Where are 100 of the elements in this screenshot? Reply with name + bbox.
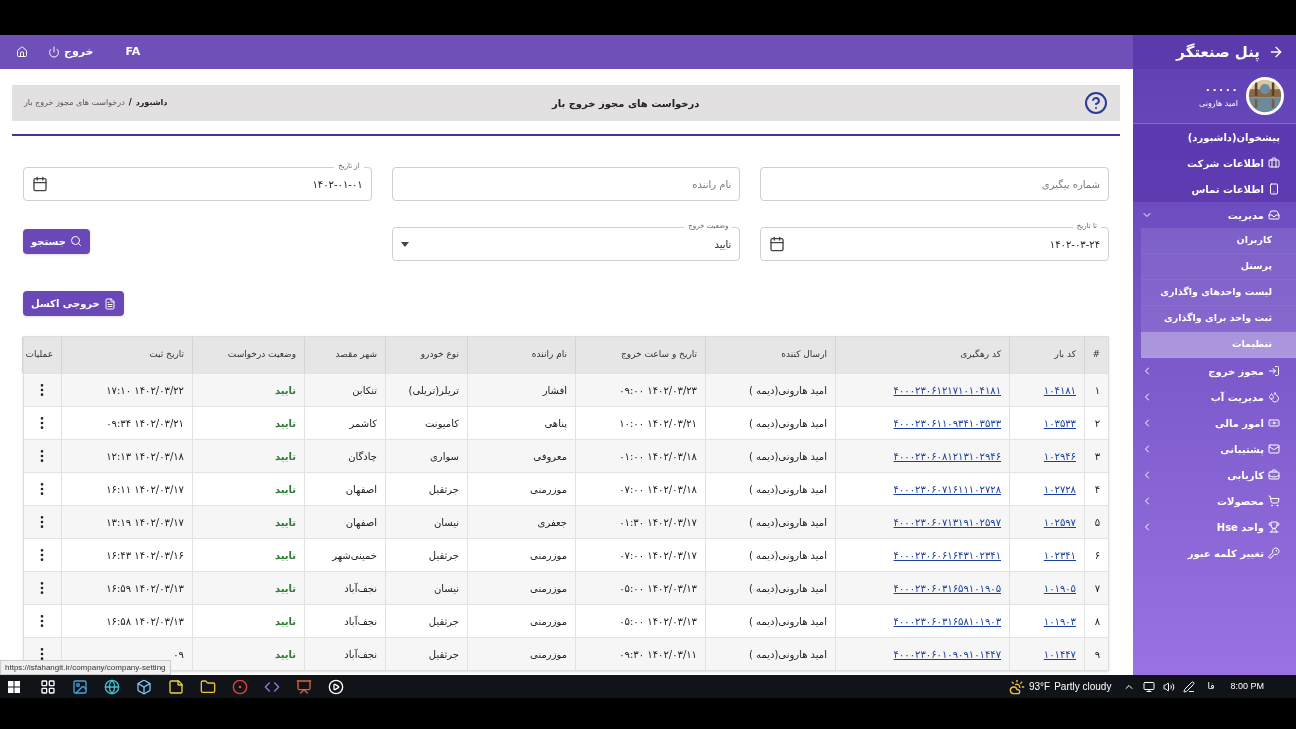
table-link[interactable]: ۱۰۴۱۸۱ (1043, 382, 1076, 398)
table-cell-text: چادگان (348, 449, 377, 464)
sidebar-item[interactable]: اطلاعات شرکت (1133, 150, 1296, 176)
table-link[interactable]: ۱۰۱۹۰۵ (1043, 580, 1076, 596)
cart-icon (1268, 495, 1280, 507)
input-language[interactable]: فا (1207, 679, 1215, 694)
power-icon (48, 46, 60, 58)
page-title: درخواست های مجوز خروج بار (550, 96, 701, 111)
sidebar-item[interactable]: امور مالی (1133, 410, 1296, 436)
table-cell-text: ۵ (1094, 515, 1100, 530)
sidebar-item[interactable]: کاریابی (1133, 462, 1296, 488)
table-cell-text: خمینی‌شهر (332, 548, 377, 563)
breadcrumb-separator: / (128, 97, 132, 109)
sidebar-item[interactable]: اطلاعات تماس (1133, 176, 1296, 202)
sidebar-item[interactable]: مجوز خروج (1133, 358, 1296, 384)
table-cell-text: امید هارونی(دیمه ) (748, 515, 827, 530)
folder-icon[interactable] (200, 678, 216, 695)
cube-icon[interactable] (136, 678, 152, 695)
table-link[interactable]: ۴۰۰۰۲۳۰۶۰۳۱۶۵۹۱۰۱۹۰۵ (893, 580, 1001, 596)
table-link[interactable]: ۴۰۰۰۲۳۰۶۰۷۱۶۱۱۱۰۲۷۲۸ (893, 481, 1001, 497)
envelope-icon (1268, 443, 1280, 455)
help-icon[interactable] (1084, 91, 1108, 115)
panel-title: پنل صنعتگر (1176, 41, 1260, 64)
table-link[interactable]: ۱۰۱۴۴۷ (1043, 646, 1076, 662)
key-icon (1268, 547, 1280, 559)
status-text: تایید (274, 614, 296, 629)
table-link[interactable]: ۱۰۳۵۳۳ (1043, 415, 1076, 431)
table-cell-text: نیسان (433, 515, 459, 530)
task-view-icon[interactable] (40, 678, 56, 695)
table-link[interactable]: ۴۰۰۰۲۳۰۶۰۳۱۶۵۸۱۰۱۹۰۳ (893, 613, 1001, 629)
search-button[interactable]: جستجو (23, 228, 90, 254)
table-cell-text: ۹ (1094, 647, 1100, 662)
submenu-item[interactable]: کاربران (1141, 228, 1296, 254)
clock[interactable]: 8:00 PM (1230, 679, 1264, 694)
weather-icon[interactable] (1008, 678, 1025, 695)
table-link[interactable]: ۱۰۲۹۴۶ (1043, 448, 1076, 464)
table-cell-text: موزرمنی (530, 482, 567, 497)
table-link[interactable]: ۴۰۰۰۲۳۰۶۱۲۱۷۱۰۱۰۴۱۸۱ (893, 382, 1001, 398)
input-field[interactable]: شماره پیگیری (760, 167, 1109, 201)
submenu-item[interactable]: لیست واحدهای واگذاری (1141, 280, 1296, 306)
table-cell-text: ۱۴۰۲/۰۳/۲۳ ۰۹:۰۰ (619, 383, 697, 398)
pen-icon[interactable] (1183, 680, 1196, 693)
file-icon (103, 297, 116, 310)
table-cell-text: ۱۴۰۲/۰۳/۲۱ ۰۹:۳۴ (106, 416, 184, 431)
briefcase-icon (1268, 469, 1280, 481)
table-cell-text: ۴ (1094, 482, 1100, 497)
table-cell-text: کامیونت (425, 416, 459, 431)
image-icon[interactable] (72, 678, 88, 695)
export-button[interactable]: خروجی اکسل (23, 291, 124, 316)
table-cell-text: ۱۴۰۲/۰۳/۱۸ ۰۷:۰۰ (619, 482, 697, 497)
sidebar-item[interactable]: پیشخوان(داشبورد) (1133, 124, 1296, 150)
play-icon[interactable] (328, 678, 344, 695)
logout-button[interactable]: خروج (48, 43, 94, 61)
trophy-icon (1268, 521, 1280, 533)
sidebar-item[interactable]: واحد Hse (1133, 514, 1296, 540)
submenu-item[interactable]: پرسنل (1141, 254, 1296, 280)
status-text: تایید (274, 482, 296, 497)
input-field[interactable]: نام راننده (391, 167, 741, 201)
droplets-icon (1268, 391, 1280, 403)
sidebar-item[interactable]: محصولات (1133, 488, 1296, 514)
windows-logo-icon[interactable] (8, 680, 20, 693)
table-link[interactable]: ۱۰۲۷۲۸ (1043, 481, 1076, 497)
table-cell-text: ۱۴۰۲/۰۳/۱۱ ۰۹:۳۰ (619, 647, 697, 662)
sidebar-item[interactable]: مدیریت (1133, 202, 1296, 228)
table-link[interactable]: ۴۰۰۰۲۳۰۶۰۱۰۹۰۹۱۰۱۴۴۷ (893, 646, 1001, 662)
globe-icon[interactable] (104, 678, 120, 695)
table-cell-text: ۱۴۰۲/۰۳/۱۳ ۰۵:۰۰ (619, 581, 697, 596)
submenu-item[interactable]: ثبت واحد برای واگذاری (1141, 306, 1296, 332)
table-link[interactable]: ۱۰۲۳۴۱ (1043, 547, 1076, 563)
sidebar-item[interactable]: مدیریت آب (1133, 384, 1296, 410)
status-text: تایید (274, 416, 296, 431)
table-cell-text: ۱۴۰۲/۰۳/۱۷ ۰۷:۰۰ (619, 548, 697, 563)
volume-icon[interactable] (1163, 680, 1176, 693)
table-cell-text: ۶ (1094, 548, 1100, 563)
table-link[interactable]: ۴۰۰۰۲۳۰۶۰۷۱۳۱۹۱۰۲۵۹۷ (893, 514, 1001, 530)
table-cell-text: امید هارونی(دیمه ) (748, 383, 827, 398)
sidebar-item[interactable]: پشتیبانی (1133, 436, 1296, 462)
monitor-icon[interactable] (1143, 680, 1156, 693)
table-cell-text: پناهی (544, 416, 567, 431)
browser-icon[interactable] (232, 678, 248, 695)
table-cell-text: امید هارونی(دیمه ) (748, 548, 827, 563)
arrow-icon[interactable] (1268, 44, 1284, 60)
table-cell-text: موزرمنی (530, 581, 567, 596)
table-link[interactable]: ۴۰۰۰۲۳۰۶۰۶۱۶۴۳۱۰۲۳۴۱ (893, 547, 1001, 563)
breadcrumb-link[interactable]: داشبورد (135, 97, 168, 109)
table-cell-text: موزرمنی (530, 548, 567, 563)
note-icon[interactable] (168, 678, 184, 695)
language-button[interactable]: FA (125, 43, 141, 61)
sidebar-item[interactable]: تغییر کلمه عبور (1133, 540, 1296, 566)
table-cell-text: سواری (430, 449, 459, 464)
table-link[interactable]: ۱۰۱۹۰۳ (1043, 613, 1076, 629)
home-icon[interactable] (16, 46, 28, 58)
calendar-icon[interactable] (769, 236, 786, 252)
table-link[interactable]: ۱۰۲۵۹۷ (1043, 514, 1076, 530)
calendar-icon[interactable] (32, 176, 48, 192)
presentation-icon[interactable] (296, 678, 312, 695)
table-link[interactable]: ۴۰۰۰۲۳۰۶۰۸۱۲۱۳۱۰۲۹۴۶ (893, 448, 1001, 464)
table-cell-text: کاشمر (349, 416, 377, 431)
table-cell-text: اصفهان (345, 515, 377, 530)
table-link[interactable]: ۴۰۰۰۲۳۰۶۱۱۰۹۳۴۱۰۳۵۳۳ (893, 415, 1001, 431)
